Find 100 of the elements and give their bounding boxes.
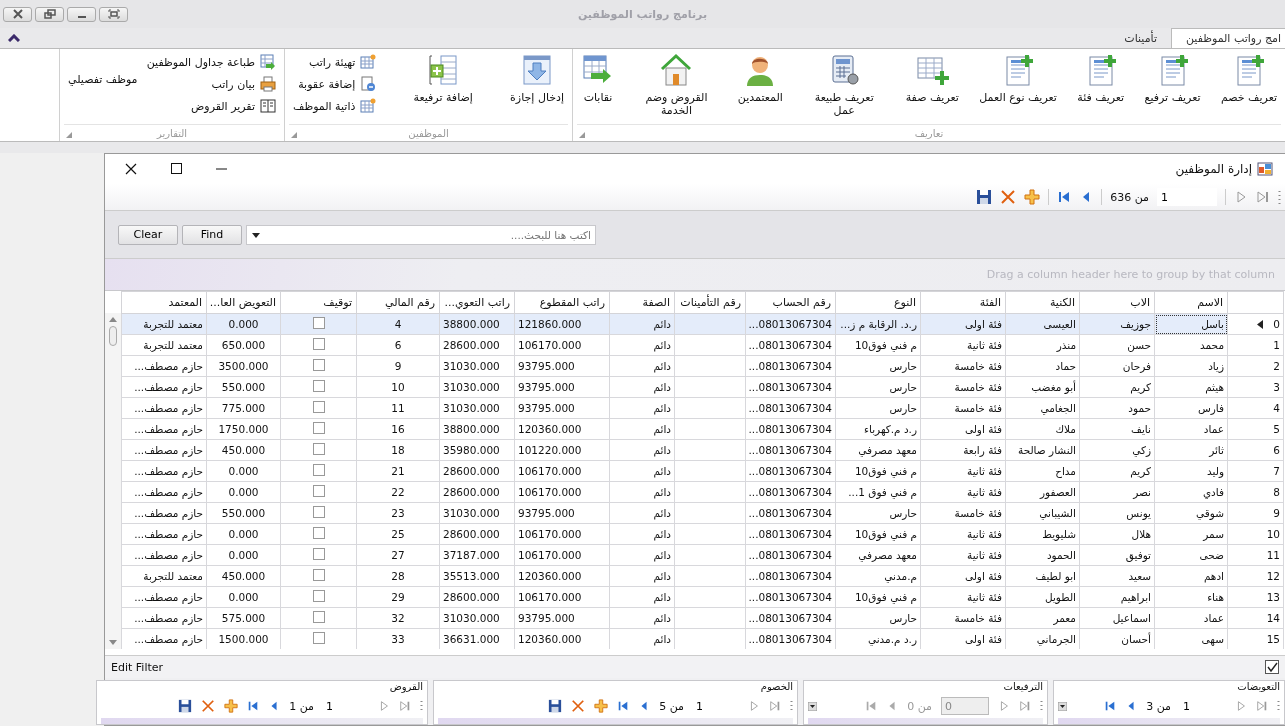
record-count: من 3 (1146, 699, 1171, 713)
ribbon-button[interactable]: نقابات (579, 51, 617, 106)
checkbox[interactable] (312, 464, 325, 476)
skip-right-icon[interactable] (399, 700, 411, 712)
add-icon[interactable] (1024, 189, 1041, 205)
skip-left-icon[interactable] (865, 700, 878, 712)
find-button[interactable]: Find (182, 224, 242, 245)
table-cell: شليويط (1042, 528, 1076, 540)
dialog-launcher-icon[interactable] (66, 132, 72, 138)
ribbon-button[interactable]: تعريف صفة (903, 51, 961, 106)
delete-icon[interactable] (571, 699, 586, 713)
collapse-ribbon-icon[interactable] (8, 34, 20, 42)
dropdown-icon[interactable] (1058, 701, 1067, 711)
play-right-icon[interactable] (1235, 700, 1247, 712)
skip-left-icon[interactable] (1104, 700, 1117, 712)
checkbox[interactable] (312, 317, 325, 329)
checkbox[interactable] (312, 527, 325, 539)
column-header[interactable]: التعويض العا... (206, 291, 281, 314)
play-right-icon[interactable] (1234, 190, 1248, 204)
play-right-icon[interactable] (998, 700, 1010, 712)
column-header[interactable]: الكنية (1005, 291, 1080, 314)
column-header[interactable]: رقم الحساب (745, 291, 836, 314)
column-header[interactable]: توقيف (280, 291, 357, 314)
checkbox[interactable] (312, 506, 325, 518)
checkbox[interactable] (312, 359, 325, 371)
checkbox[interactable] (312, 401, 325, 413)
column-header[interactable]: الصفة (609, 291, 675, 314)
ribbon-tab[interactable]: تأمينات (1110, 28, 1171, 48)
table-cell: فئة ثانية (967, 339, 1002, 351)
ribbon-button[interactable]: طباعة جداول الموظفين (144, 53, 278, 71)
ribbon-button[interactable]: تعريف خصم (1218, 51, 1279, 106)
checkbox[interactable] (312, 485, 325, 497)
search-field[interactable]: اكتب هنا للبحث.... (246, 224, 596, 245)
checkbox[interactable] (312, 632, 325, 644)
dialog-launcher-icon[interactable] (291, 132, 297, 138)
column-header[interactable]: المعتمد (121, 291, 207, 314)
ribbon-button[interactable]: ذاتية الموظف (291, 97, 379, 115)
edit-filter-link[interactable]: Edit Filter (111, 660, 164, 674)
filter-checkbox[interactable] (1265, 660, 1279, 674)
ribbon-button[interactable]: بيان راتب (144, 75, 278, 93)
save-icon[interactable] (976, 189, 993, 205)
ribbon-button[interactable]: القروض وضم الخدمة (633, 51, 720, 119)
checkbox[interactable] (312, 338, 325, 350)
checkbox[interactable] (312, 443, 325, 455)
skip-right-icon[interactable] (769, 700, 781, 712)
skip-left-icon[interactable] (247, 700, 260, 712)
column-header[interactable]: النوع (835, 291, 921, 314)
skip-right-icon[interactable] (1019, 700, 1031, 712)
ribbon-button[interactable]: تعريف طبيعة عمل (801, 51, 888, 119)
delete-icon[interactable] (1000, 189, 1017, 205)
restore-button[interactable] (35, 6, 64, 22)
ribbon-button[interactable]: تعريف نوع العمل (977, 51, 1059, 106)
checkbox[interactable] (312, 569, 325, 581)
table-cell: 106170.000 (518, 549, 582, 561)
save-icon[interactable] (178, 699, 193, 713)
position-field[interactable]: 1 (1157, 188, 1217, 206)
close-button[interactable] (3, 6, 32, 22)
scroll-thumb[interactable] (109, 326, 117, 346)
fullscreen-button[interactable] (99, 6, 128, 22)
play-right-icon[interactable] (748, 700, 760, 712)
column-header[interactable]: راتب المقطوع (514, 291, 610, 314)
column-header[interactable]: راتب التعوي... (439, 291, 515, 314)
table-cell: حازم مصطف... (134, 633, 203, 645)
skip-left-icon[interactable] (617, 700, 630, 712)
column-header[interactable]: الفئة (920, 291, 1006, 314)
delete-icon[interactable] (201, 699, 216, 713)
ribbon-button[interactable]: إضافة عقوبة (291, 75, 379, 93)
skip-right-icon[interactable] (1256, 190, 1270, 204)
ribbon-button[interactable]: إدخال إجازة (508, 51, 566, 106)
add-icon[interactable] (224, 699, 239, 713)
column-header[interactable]: رقم التأمينات (674, 291, 746, 314)
play-right-icon[interactable] (378, 700, 390, 712)
checkbox[interactable] (312, 548, 325, 560)
ribbon-button[interactable]: تعريف فئة (1075, 51, 1127, 106)
dialog-launcher-icon[interactable] (579, 132, 585, 138)
checkbox[interactable] (312, 380, 325, 392)
ribbon-button[interactable]: تهيئة راتب (291, 53, 379, 71)
column-header[interactable]: الاب (1079, 291, 1155, 314)
ribbon-tab[interactable]: امج رواتب الموظفين (1170, 28, 1285, 48)
column-header[interactable]: رقم المالي (356, 291, 440, 314)
skip-left-icon[interactable] (1057, 190, 1072, 204)
save-icon[interactable] (548, 699, 563, 713)
skip-right-icon[interactable] (1256, 700, 1268, 712)
dropdown-icon[interactable] (252, 232, 260, 238)
checkbox[interactable] (312, 590, 325, 602)
clear-button[interactable]: Clear (118, 224, 178, 245)
add-icon[interactable] (594, 699, 609, 713)
table-cell: 106170.000 (518, 486, 582, 498)
scroll-down-icon[interactable] (109, 640, 117, 645)
minimize-button[interactable] (67, 6, 96, 22)
ribbon-button[interactable]: المعتمدين (735, 51, 785, 106)
ribbon-button[interactable]: تعريف ترفيع (1142, 51, 1203, 106)
column-header[interactable]: الاسم (1154, 291, 1228, 314)
checkbox[interactable] (312, 422, 325, 434)
checkbox[interactable] (312, 611, 325, 623)
ribbon-button[interactable]: موظف تفصيلي (66, 70, 140, 88)
scrollbar[interactable] (105, 313, 121, 649)
ribbon-button[interactable]: إضافة ترفيعة (411, 51, 475, 106)
ribbon-button[interactable]: تقرير القروض (144, 97, 278, 115)
scroll-up-icon[interactable] (109, 317, 117, 322)
